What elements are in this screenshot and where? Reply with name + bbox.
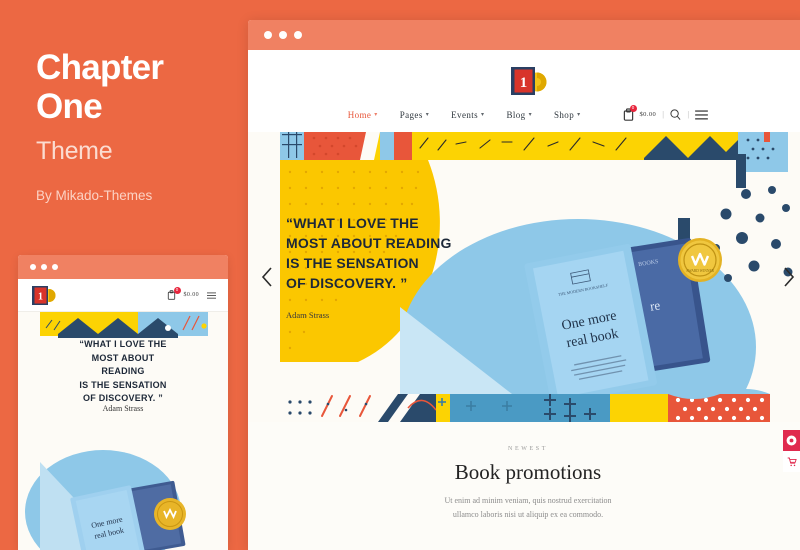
nav-label-blog: Blog bbox=[506, 109, 526, 120]
slider-prev-button[interactable] bbox=[254, 257, 280, 297]
screenshot-root: Chapter One Theme By Mikado-Themes 1 0 $… bbox=[0, 0, 800, 550]
floating-action-buttons bbox=[783, 430, 800, 472]
nav-item-blog[interactable]: Blog ▾ bbox=[506, 110, 532, 120]
tools-separator-1: | bbox=[662, 110, 665, 119]
search-icon[interactable] bbox=[670, 109, 681, 120]
section-description: Ut enim ad minim veniam, quis nostrud ex… bbox=[288, 494, 768, 522]
mobile-quote-line-3: READING bbox=[101, 366, 145, 376]
newest-section: NEWEST Book promotions Ut enim ad minim … bbox=[248, 422, 800, 522]
hero-quote-author: Adam Strass bbox=[286, 310, 330, 320]
browser-dot-2[interactable] bbox=[279, 31, 287, 39]
nav-menu: Home ▾ Pages ▾ Events ▾ Blog ▾ Shop ▾ bbox=[348, 110, 581, 120]
browser-dot-1[interactable] bbox=[264, 31, 272, 39]
cart-icon bbox=[787, 457, 797, 467]
svg-text:AWARD WINNER: AWARD WINNER bbox=[686, 269, 715, 273]
window-dot-2 bbox=[41, 264, 47, 270]
book-logo-icon[interactable]: 1 bbox=[508, 64, 548, 98]
main-navigation: Home ▾ Pages ▾ Events ▾ Blog ▾ Shop ▾ 0 … bbox=[248, 98, 800, 132]
chevron-down-icon: ▾ bbox=[577, 111, 581, 118]
section-eyebrow: NEWEST bbox=[508, 446, 548, 452]
theme-subtitle: Theme bbox=[36, 137, 113, 166]
purchase-cart-button[interactable] bbox=[783, 451, 800, 472]
nav-label-home: Home bbox=[347, 109, 372, 120]
chevron-down-icon: ▾ bbox=[425, 111, 430, 118]
nav-item-home[interactable]: Home ▾ bbox=[348, 110, 378, 120]
page-title: Chapter One bbox=[36, 48, 248, 126]
theme-info-panel: Chapter One Theme By Mikado-Themes 1 0 $… bbox=[0, 0, 248, 550]
chevron-left-icon bbox=[260, 266, 274, 288]
cart-price-label: $0.00 bbox=[639, 111, 657, 118]
window-dot-1 bbox=[30, 264, 36, 270]
chevron-down-icon: ▾ bbox=[481, 111, 485, 118]
theme-author: By Mikado-Themes bbox=[36, 188, 153, 204]
chevron-down-icon: ▾ bbox=[528, 111, 532, 118]
mobile-cart-price: $0.00 bbox=[183, 292, 199, 298]
tools-separator-2: | bbox=[687, 110, 690, 119]
nav-item-events[interactable]: Events ▾ bbox=[451, 110, 484, 120]
header-tools: 0 $0.00 | | bbox=[623, 105, 709, 121]
chevron-right-icon bbox=[782, 266, 796, 288]
nav-label-events: Events bbox=[451, 109, 479, 120]
theme-title-line2: One bbox=[36, 87, 103, 127]
logo-row: 1 bbox=[248, 64, 800, 98]
section-description-line-2: ullamco laboris nisi ut aliquip ex ea co… bbox=[452, 510, 604, 519]
section-description-line-1: Ut enim ad minim veniam, quis nostrud ex… bbox=[444, 496, 612, 505]
cart-button[interactable]: 0 bbox=[623, 105, 637, 121]
dribbble-icon bbox=[786, 435, 797, 446]
svg-text:1: 1 bbox=[38, 292, 43, 303]
browser-window: 1 Home ▾ Pages ▾ Events ▾ Blog ▾ Shop ▾ … bbox=[248, 20, 800, 550]
nav-item-shop[interactable]: Shop ▾ bbox=[554, 110, 581, 120]
mobile-preview-header: 1 0 $0.00 bbox=[18, 279, 228, 312]
mobile-hero-author: Adam Strass bbox=[102, 404, 144, 413]
mobile-preview-frame: 1 0 $0.00 One more real book “WHAT I LOV… bbox=[18, 255, 228, 550]
chevron-down-icon: ▾ bbox=[374, 111, 378, 118]
hero-quote: “WHAT I LOVE THE MOST ABOUT READING IS T… bbox=[286, 214, 452, 294]
nav-label-shop: Shop bbox=[554, 109, 575, 120]
hamburger-menu-icon[interactable] bbox=[695, 109, 709, 120]
gold-award-seal: AWARD WINNER bbox=[678, 238, 722, 282]
hero-quote-line-2: MOST ABOUT READING bbox=[286, 234, 452, 251]
mobile-cart-button[interactable]: 0 bbox=[167, 287, 181, 300]
hero-quote-line-1: “WHAT I LOVE THE bbox=[286, 215, 419, 231]
site-header: 1 Home ▾ Pages ▾ Events ▾ Blog ▾ Shop ▾ … bbox=[248, 50, 800, 132]
theme-title-line1: Chapter bbox=[36, 48, 164, 87]
mobile-preview-chrome bbox=[18, 255, 228, 279]
mobile-quote-line-4: IS THE SENSATION bbox=[79, 379, 167, 390]
mobile-cart-badge: 0 bbox=[173, 287, 181, 294]
browser-chrome-bar bbox=[248, 20, 800, 50]
cart-count-badge: 0 bbox=[629, 105, 637, 112]
window-dot-3 bbox=[52, 264, 58, 270]
mobile-logo-icon[interactable]: 1 bbox=[30, 284, 56, 306]
hero-quote-line-4: OF DISCOVERY. ” bbox=[286, 274, 408, 291]
mobile-hamburger-menu-icon[interactable] bbox=[207, 292, 216, 299]
slider-next-button[interactable] bbox=[776, 257, 800, 297]
svg-text:1: 1 bbox=[520, 75, 528, 91]
mobile-quote-line-2: MOST ABOUT bbox=[91, 352, 155, 363]
mobile-hero-slider[interactable]: One more real book “WHAT I LOVE THE MOST… bbox=[18, 312, 228, 550]
browser-dot-3[interactable] bbox=[294, 31, 302, 39]
hero-slider[interactable]: BOOKS re THE MODERN BOOKSHELF One more r… bbox=[248, 132, 800, 422]
mobile-hero-quote: “WHAT I LOVE THE MOST ABOUT READING IS T… bbox=[18, 338, 228, 406]
hero-quote-line-3: IS THE SENSATION bbox=[286, 254, 419, 271]
mobile-header-tools: 0 $0.00 bbox=[167, 287, 216, 300]
section-title: Book promotions bbox=[454, 460, 602, 484]
nav-label-pages: Pages bbox=[399, 109, 423, 120]
dribbble-button[interactable] bbox=[783, 430, 800, 451]
nav-item-pages[interactable]: Pages ▾ bbox=[400, 110, 429, 120]
mobile-quote-line-1: “WHAT I LOVE THE bbox=[79, 339, 167, 349]
title-block: Chapter One Theme By Mikado-Themes bbox=[0, 0, 248, 203]
